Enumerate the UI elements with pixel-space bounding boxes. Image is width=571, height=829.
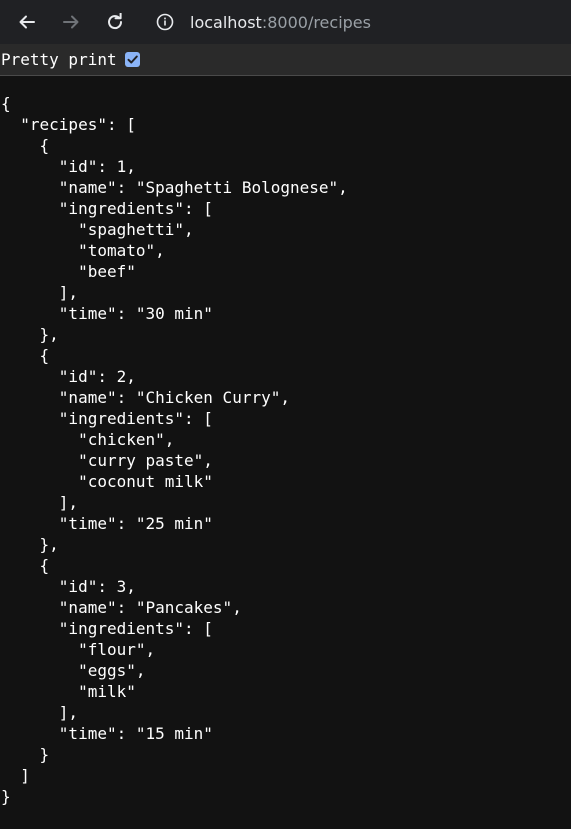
- json-line: "time": "25 min": [1, 514, 213, 533]
- reload-button[interactable]: [102, 9, 128, 35]
- arrow-left-icon: [19, 15, 35, 29]
- json-line: ],: [1, 703, 79, 722]
- json-line: "time": "30 min": [1, 304, 213, 323]
- checkmark-icon: [127, 55, 138, 64]
- json-line: "name": "Pancakes",: [1, 598, 242, 617]
- json-line: "flour",: [1, 640, 156, 659]
- json-line: {: [1, 136, 50, 155]
- json-line: {: [1, 346, 50, 365]
- json-viewer: { "recipes": [ { "id": 1, "name": "Spagh…: [0, 76, 571, 807]
- json-line: ],: [1, 283, 79, 302]
- json-line: {: [1, 94, 11, 113]
- json-line: "id": 2,: [1, 367, 136, 386]
- pretty-print-checkbox[interactable]: [124, 52, 140, 67]
- json-line: "ingredients": [: [1, 199, 213, 218]
- json-line: "recipes": [: [1, 115, 136, 134]
- json-line: "curry paste",: [1, 451, 213, 470]
- json-line: },: [1, 535, 59, 554]
- forward-button[interactable]: [58, 9, 84, 35]
- json-line: "spaghetti",: [1, 220, 194, 239]
- reload-icon: [108, 13, 123, 30]
- page-content: Pretty print { "recipes": [ { "id": 1, "…: [0, 44, 571, 829]
- url-host: localhost: [190, 12, 262, 32]
- json-line: ],: [1, 493, 79, 512]
- address-bar[interactable]: localhost:8000/recipes: [156, 13, 371, 32]
- json-line: "name": "Spaghetti Bolognese",: [1, 178, 348, 197]
- json-line: }: [1, 787, 11, 806]
- json-line: "coconut milk": [1, 472, 213, 491]
- json-line: "ingredients": [: [1, 409, 213, 428]
- pretty-print-bar: Pretty print: [0, 44, 571, 76]
- json-line: "milk": [1, 682, 136, 701]
- json-line: "tomato",: [1, 241, 165, 260]
- json-line: "beef": [1, 262, 136, 281]
- json-line: "time": "15 min": [1, 724, 213, 743]
- json-line: },: [1, 325, 59, 344]
- json-line: "name": "Chicken Curry",: [1, 388, 290, 407]
- json-line: }: [1, 745, 50, 764]
- json-line: "chicken",: [1, 430, 175, 449]
- pretty-print-toggle[interactable]: Pretty print: [1, 50, 140, 69]
- pretty-print-label: Pretty print: [1, 50, 117, 69]
- info-icon[interactable]: [156, 13, 174, 31]
- json-line: "ingredients": [: [1, 619, 213, 638]
- json-line: "eggs",: [1, 661, 146, 680]
- browser-toolbar: localhost:8000/recipes: [0, 0, 571, 44]
- arrow-right-icon: [63, 15, 79, 29]
- back-button[interactable]: [14, 9, 40, 35]
- json-line: ]: [1, 766, 30, 785]
- url-path: :8000/recipes: [261, 12, 371, 32]
- json-line: "id": 1,: [1, 157, 136, 176]
- json-line: "id": 3,: [1, 577, 136, 596]
- json-line: {: [1, 556, 50, 575]
